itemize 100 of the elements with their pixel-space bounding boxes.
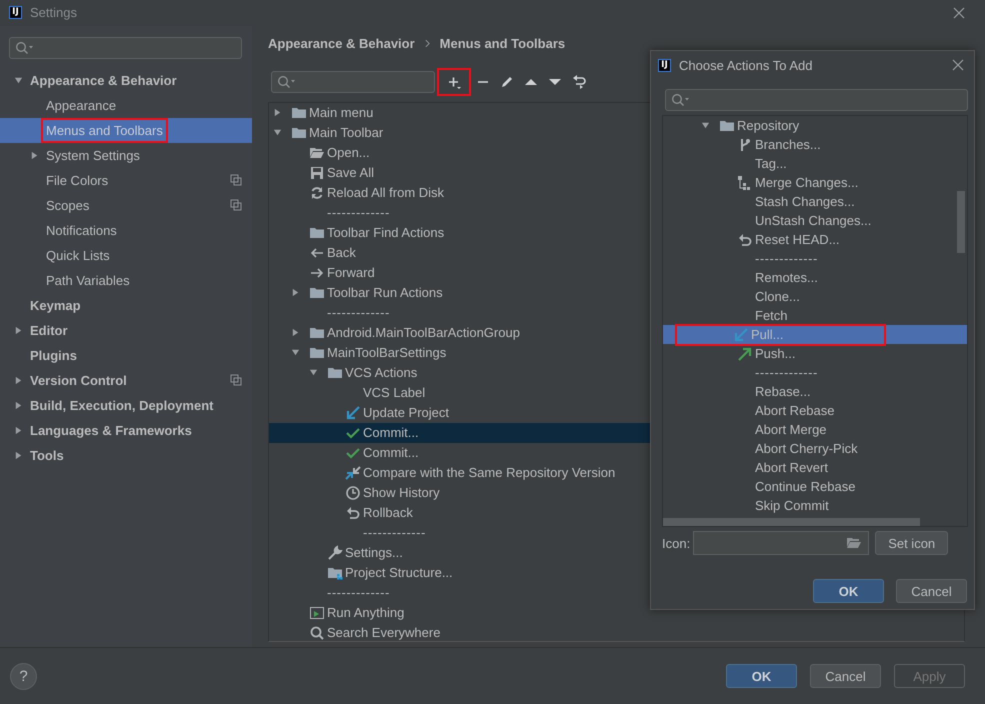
tree-item[interactable]: Push... bbox=[663, 344, 967, 363]
open-folder-icon[interactable] bbox=[846, 535, 862, 551]
up-right-arrow-icon bbox=[737, 346, 753, 362]
set-icon-button[interactable]: Set icon bbox=[875, 531, 948, 555]
tree-item[interactable]: ------------- bbox=[269, 302, 650, 323]
tree-item[interactable]: Save All bbox=[269, 162, 650, 183]
tree-item[interactable]: Back bbox=[269, 242, 650, 263]
settings-nav-item[interactable]: Languages & Frameworks bbox=[0, 418, 252, 443]
tree-item[interactable]: Settings... bbox=[269, 542, 650, 563]
triangle-icon[interactable] bbox=[14, 376, 23, 385]
search-field[interactable] bbox=[9, 36, 242, 59]
triangle-icon[interactable] bbox=[273, 128, 282, 138]
settings-nav-item[interactable]: Version Control bbox=[0, 368, 252, 393]
tree-item[interactable]: Commit... bbox=[269, 442, 650, 463]
settings-nav-item[interactable]: Plugins bbox=[0, 342, 252, 368]
tree-item[interactable]: Toolbar Find Actions bbox=[269, 222, 650, 243]
window-title: Settings bbox=[30, 5, 77, 20]
settings-nav-item[interactable]: Notifications bbox=[0, 218, 252, 243]
settings-nav-item[interactable]: Quick Lists bbox=[0, 242, 252, 268]
add-button[interactable] bbox=[437, 68, 471, 96]
settings-nav-item[interactable]: File Colors bbox=[0, 168, 252, 193]
tree-item[interactable]: Compare with the Same Repository Version bbox=[269, 462, 650, 483]
tree-item[interactable]: Stash Changes... bbox=[663, 192, 967, 211]
triangle-icon[interactable] bbox=[291, 288, 300, 298]
tree-item[interactable]: Continue Rebase bbox=[663, 477, 967, 496]
tree-item[interactable]: Rebase... bbox=[663, 382, 967, 401]
settings-nav-item[interactable]: Path Variables bbox=[0, 268, 252, 293]
help-button[interactable]: ? bbox=[10, 662, 37, 690]
tree-item[interactable]: Main menu bbox=[269, 102, 650, 123]
triangle-icon[interactable] bbox=[14, 326, 23, 335]
tree-item[interactable]: Toolbar Run Actions bbox=[269, 282, 650, 303]
tree-item[interactable]: Android.MainToolBarActionGroup bbox=[269, 322, 650, 343]
tree-item[interactable]: Tag... bbox=[663, 154, 967, 173]
tree-item[interactable]: Forward bbox=[269, 262, 650, 283]
tree-item[interactable]: Show History bbox=[269, 482, 650, 503]
close-icon[interactable] bbox=[953, 6, 965, 19]
search-field[interactable] bbox=[665, 89, 968, 111]
close-icon[interactable] bbox=[952, 59, 964, 71]
tree-item[interactable]: ------------- bbox=[269, 522, 650, 543]
settings-nav-item[interactable]: Appearance & Behavior bbox=[0, 68, 252, 93]
tree-item[interactable]: VCS Actions bbox=[269, 362, 650, 383]
tree-item[interactable]: MainToolBarSettings bbox=[269, 342, 650, 363]
triangle-icon[interactable] bbox=[701, 121, 710, 130]
triangle-icon[interactable] bbox=[291, 328, 300, 338]
dialog-button[interactable]: OK bbox=[813, 579, 884, 603]
tree-item[interactable]: Abort Revert bbox=[663, 458, 967, 477]
tree-item[interactable]: Abort Rebase bbox=[663, 401, 967, 420]
settings-nav-item[interactable]: Editor bbox=[0, 318, 252, 343]
tree-item[interactable]: Skip Commit bbox=[663, 496, 967, 515]
tree-item[interactable]: ------------- bbox=[269, 582, 650, 603]
dialog-title: Choose Actions To Add bbox=[679, 58, 812, 72]
settings-nav-item[interactable]: Keymap bbox=[0, 292, 252, 318]
tree-item[interactable]: Update Project bbox=[269, 402, 650, 423]
tree-item[interactable]: Rollback bbox=[269, 502, 650, 523]
tree-item[interactable]: ------------- bbox=[269, 202, 650, 223]
tree-item[interactable]: Main Toolbar bbox=[269, 122, 650, 143]
tree-item[interactable]: Reset HEAD... bbox=[663, 230, 967, 249]
merge-icon bbox=[737, 174, 753, 190]
tree-item[interactable]: Merge Changes... bbox=[663, 173, 967, 192]
search-icon bbox=[309, 624, 325, 641]
triangle-icon[interactable] bbox=[14, 76, 23, 85]
settings-nav-item[interactable]: Appearance bbox=[0, 92, 252, 118]
tree-item[interactable]: Project Structure... bbox=[269, 562, 650, 583]
tree-item[interactable]: Repository bbox=[663, 116, 967, 135]
tree-item[interactable]: ------------- bbox=[663, 249, 967, 268]
icon-path-field[interactable] bbox=[693, 531, 870, 555]
tree-item[interactable]: VCS Label bbox=[269, 382, 650, 403]
scrollbar-thumb[interactable] bbox=[957, 191, 965, 253]
settings-nav-item[interactable]: System Settings bbox=[0, 142, 252, 168]
triangle-icon[interactable] bbox=[30, 150, 39, 160]
tree-item[interactable]: Branches... bbox=[663, 135, 967, 154]
triangle-icon[interactable] bbox=[309, 368, 318, 378]
tree-item[interactable]: UnStash Changes... bbox=[663, 211, 967, 230]
settings-nav-item[interactable]: Scopes bbox=[0, 192, 252, 218]
refresh-icon bbox=[309, 184, 325, 201]
search-field[interactable] bbox=[271, 70, 435, 93]
triangle-icon[interactable] bbox=[273, 108, 282, 118]
triangle-icon[interactable] bbox=[14, 450, 23, 460]
dialog-button[interactable]: OK bbox=[726, 664, 797, 688]
breadcrumb-item[interactable]: Appearance & Behavior bbox=[268, 36, 415, 52]
tree-item[interactable]: Fetch bbox=[663, 306, 967, 325]
triangle-icon[interactable] bbox=[291, 348, 300, 358]
tree-item[interactable]: Open... bbox=[269, 142, 650, 163]
tree-item[interactable]: Abort Cherry-Pick bbox=[663, 439, 967, 458]
scrollbar-thumb[interactable] bbox=[663, 518, 920, 526]
dialog-button[interactable]: Cancel bbox=[810, 664, 881, 688]
tree-item[interactable]: Abort Merge bbox=[663, 420, 967, 439]
tree-item[interactable]: ------------- bbox=[663, 363, 967, 382]
dialog-button[interactable]: Cancel bbox=[896, 579, 967, 603]
settings-nav-item[interactable]: Tools bbox=[0, 442, 252, 468]
tree-item[interactable]: Commit... bbox=[269, 422, 650, 443]
tree-item[interactable]: Reload All from Disk bbox=[269, 182, 650, 203]
tree-item[interactable]: Clone... bbox=[663, 287, 967, 306]
settings-nav-item[interactable]: Menus and Toolbars bbox=[0, 118, 252, 143]
triangle-icon[interactable] bbox=[14, 426, 23, 435]
tree-item[interactable]: Remotes... bbox=[663, 268, 967, 287]
triangle-icon[interactable] bbox=[14, 400, 23, 410]
tree-item[interactable]: Search Everywhere bbox=[269, 622, 650, 641]
settings-nav-item[interactable]: Build, Execution, Deployment bbox=[0, 392, 252, 418]
tree-item[interactable]: Run Anything bbox=[269, 602, 650, 623]
